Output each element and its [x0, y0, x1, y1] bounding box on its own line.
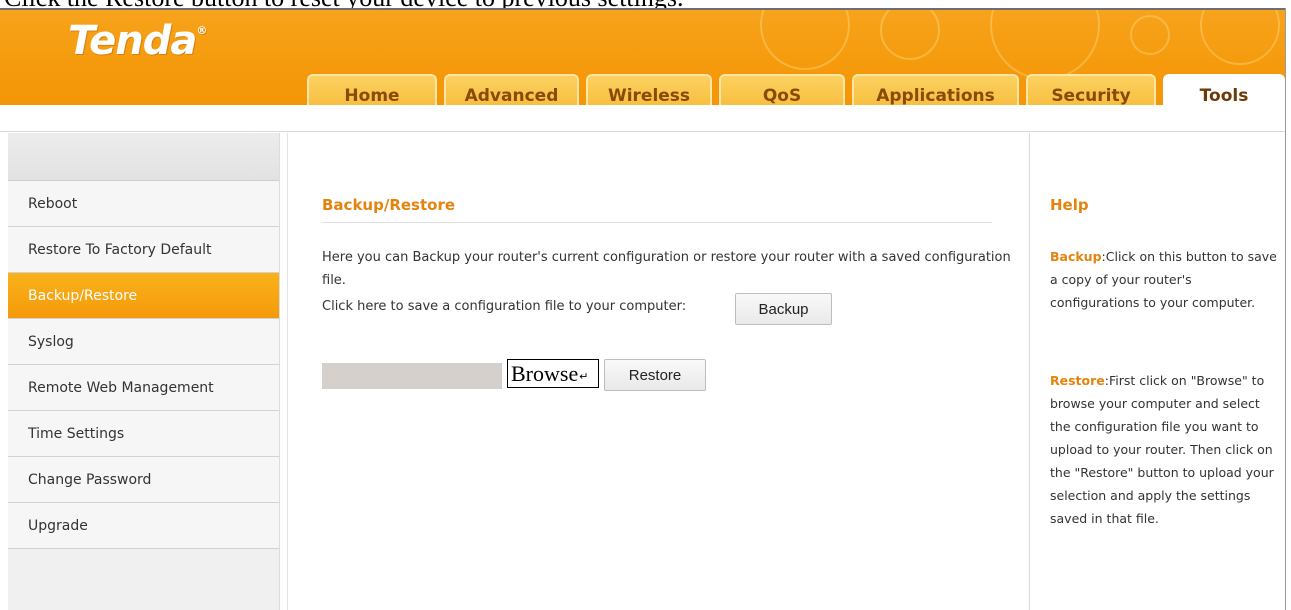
window-edge: [1285, 8, 1291, 610]
help-restore: Restore:First click on "Browse" to brows…: [1050, 369, 1282, 530]
tab-security[interactable]: Security: [1026, 74, 1156, 105]
help-restore-text: :First click on "Browse" to browse your …: [1050, 373, 1274, 526]
main-nav-tabs: Home Advanced Wireless QoS Applications …: [307, 74, 1285, 105]
decorative-bubble: [880, 10, 940, 60]
sidebar-item-time-settings[interactable]: Time Settings: [8, 411, 279, 457]
browse-button[interactable]: Browse ↵: [507, 359, 599, 388]
decorative-bubble: [760, 10, 850, 70]
file-path-input[interactable]: [322, 363, 502, 389]
sidebar: Reboot Restore To Factory Default Backup…: [8, 133, 280, 610]
sidebar-header: [8, 133, 279, 181]
decorative-bubble: [1130, 15, 1170, 55]
help-backup: Backup:Click on this button to save a co…: [1050, 245, 1282, 314]
tab-tools[interactable]: Tools: [1163, 74, 1285, 105]
restore-button[interactable]: Restore: [604, 359, 706, 391]
return-mark-icon: ↵: [579, 371, 589, 383]
logo-text: Tenda: [68, 18, 197, 64]
sidebar-item-change-password[interactable]: Change Password: [8, 457, 279, 503]
tab-qos[interactable]: QoS: [719, 74, 845, 105]
help-backup-term: Backup: [1050, 249, 1102, 264]
sidebar-item-restore-factory-default[interactable]: Restore To Factory Default: [8, 227, 279, 273]
page-description: Here you can Backup your router's curren…: [322, 250, 1011, 288]
browse-label: Browse: [511, 360, 579, 386]
header-divider: [0, 105, 1285, 132]
tab-advanced[interactable]: Advanced: [444, 74, 579, 105]
registered-mark: ®: [196, 24, 207, 37]
header: Tenda® Home Advanced Wireless QoS Applic…: [0, 8, 1285, 105]
help-title: Help: [1050, 196, 1089, 214]
sidebar-item-reboot[interactable]: Reboot: [8, 181, 279, 227]
decorative-bubble: [1200, 10, 1280, 65]
backup-button[interactable]: Backup: [735, 293, 832, 325]
page-title: Backup/Restore: [322, 196, 992, 223]
sidebar-item-upgrade[interactable]: Upgrade: [8, 503, 279, 549]
help-restore-term: Restore: [1050, 373, 1105, 388]
sidebar-item-backup-restore[interactable]: Backup/Restore: [8, 273, 279, 319]
tab-wireless[interactable]: Wireless: [586, 74, 712, 105]
sidebar-footer: [8, 549, 279, 605]
decorative-bubble: [990, 10, 1100, 80]
sidebar-item-remote-web-management[interactable]: Remote Web Management: [8, 365, 279, 411]
main-content: Backup/Restore Here you can Backup your …: [287, 133, 1029, 610]
tenda-logo: Tenda®: [68, 18, 207, 64]
help-panel: Help Backup:Click on this button to save…: [1029, 133, 1285, 610]
sidebar-item-syslog[interactable]: Syslog: [8, 319, 279, 365]
tab-home[interactable]: Home: [307, 74, 437, 105]
tab-applications[interactable]: Applications: [852, 74, 1019, 105]
backup-prompt: Click here to save a configuration file …: [322, 299, 687, 314]
